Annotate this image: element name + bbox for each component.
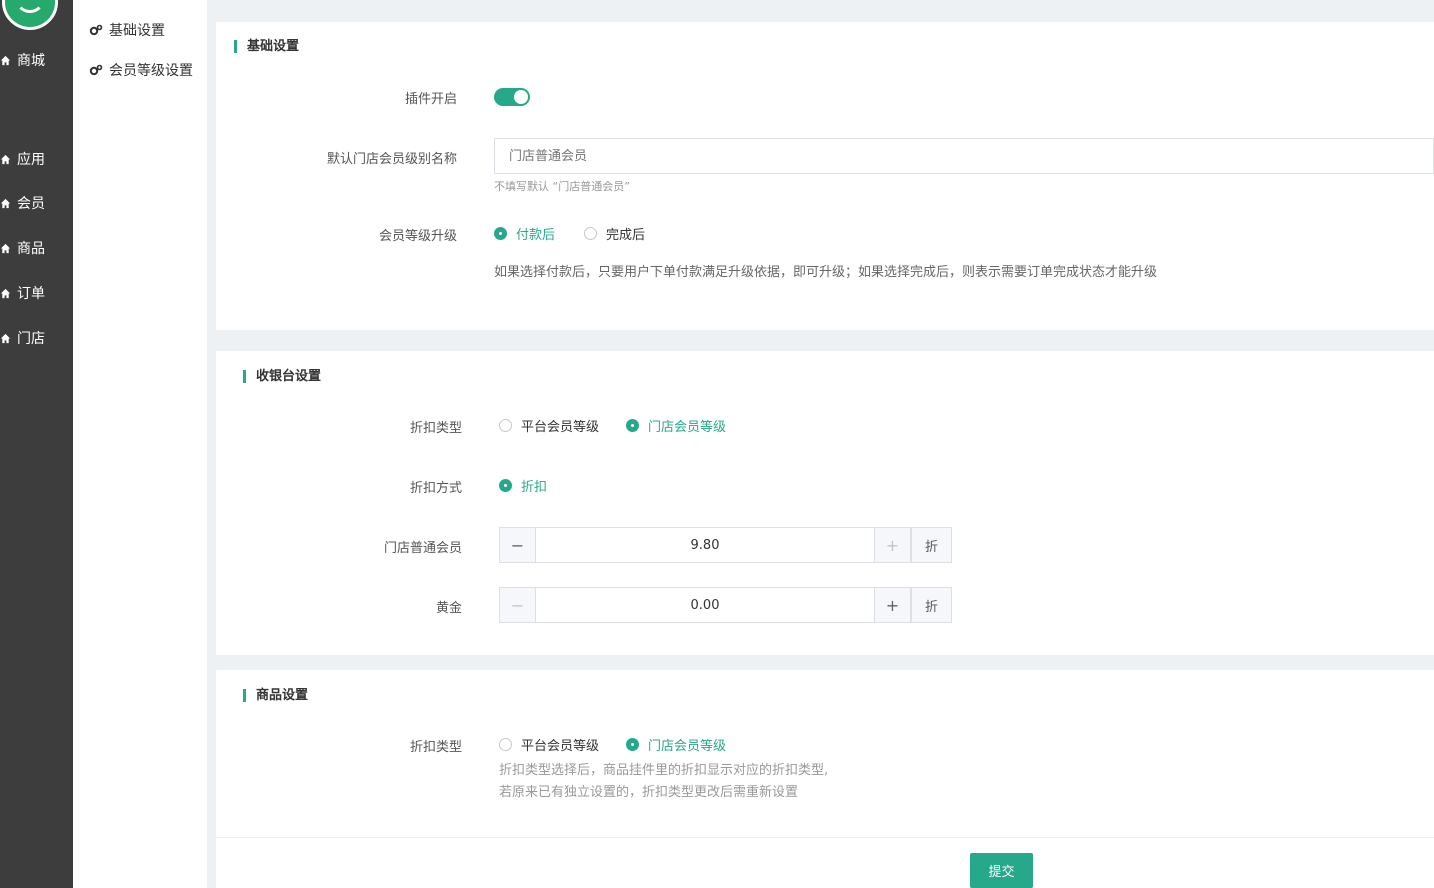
radio-label: 平台会员等级 [521, 419, 600, 435]
upgrade-description: 如果选择付款后，只要用户下单付款满足升级依据，即可升级；如果选择完成后，则表示需… [494, 265, 1158, 280]
sidebar-item-members[interactable]: 会员 [0, 193, 45, 213]
cogs-icon [89, 64, 103, 76]
subnav-item-level-settings[interactable]: 会员等级设置 [89, 60, 193, 80]
home-icon [0, 333, 11, 343]
footer-bar [216, 838, 1434, 888]
upgrade-after-complete-radio[interactable]: 完成后 [584, 224, 646, 243]
cashier-platform-level-radio[interactable]: 平台会员等级 [499, 416, 600, 435]
cashier-discount-radio[interactable]: 折扣 [499, 476, 548, 495]
plugin-enable-label: 插件开启 [404, 92, 457, 107]
subnav-item-label: 会员等级设置 [109, 63, 193, 79]
home-icon [0, 288, 11, 298]
goods-discount-type-label: 折扣类型 [409, 740, 462, 755]
sidebar-item-goods[interactable]: 商品 [0, 238, 45, 258]
sidebar-item-apps[interactable]: 应用 [0, 149, 45, 169]
level-discount-stepper: − 0.00 + [499, 587, 911, 623]
radio-label: 门店会员等级 [648, 738, 727, 754]
home-icon [0, 198, 11, 208]
home-icon [0, 154, 11, 164]
submit-button[interactable]: 提交 [970, 853, 1033, 888]
radio-label: 平台会员等级 [521, 738, 600, 754]
basic-settings-card [216, 22, 1434, 330]
level-name-label: 黄金 [435, 601, 462, 616]
plugin-enable-toggle[interactable] [494, 88, 530, 106]
level-discount-stepper: − 9.80 + [499, 527, 911, 563]
goods-platform-level-radio[interactable]: 平台会员等级 [499, 735, 600, 754]
sidebar-item-label: 门店 [17, 331, 45, 347]
discount-value-input[interactable]: 0.00 [536, 588, 874, 622]
logo [2, 0, 58, 30]
upgrade-label: 会员等级升级 [378, 229, 457, 244]
radio-label: 付款后 [516, 227, 556, 243]
subnav-item-basic-settings[interactable]: 基础设置 [89, 20, 165, 40]
default-name-label: 默认门店会员级别名称 [326, 152, 457, 167]
level-name-label: 门店普通会员 [383, 541, 462, 556]
sidebar-item-mall[interactable]: 商城 [0, 50, 45, 70]
decrement-button[interactable]: − [500, 528, 536, 562]
default-name-hint: 不填写默认 “门店普通会员” [494, 180, 630, 193]
sidebar-item-label: 会员 [17, 196, 45, 212]
sidebar-item-label: 商城 [17, 53, 45, 69]
upgrade-after-payment-radio[interactable]: 付款后 [494, 224, 556, 243]
cashier-discount-type-label: 折扣类型 [409, 421, 462, 436]
cashier-store-level-radio[interactable]: 门店会员等级 [626, 416, 727, 435]
discount-unit-suffix: 折 [911, 587, 952, 623]
subnav-item-label: 基础设置 [109, 23, 165, 39]
main-sidebar: 商城 应用 会员 商品 订单 门店 [0, 0, 73, 888]
increment-button[interactable]: + [874, 528, 910, 562]
radio-label: 折扣 [521, 479, 548, 495]
basic-settings-title: 基础设置 [234, 40, 299, 53]
discount-value-input[interactable]: 9.80 [536, 528, 874, 562]
sub-sidebar: 基础设置 会员等级设置 [73, 0, 207, 888]
description-line: 若原来已有独立设置的，折扣类型更改后需重新设置 [499, 785, 799, 800]
sidebar-item-orders[interactable]: 订单 [0, 283, 45, 303]
sidebar-item-label: 订单 [17, 286, 45, 302]
description-line: 折扣类型选择后，商品挂件里的折扣显示对应的折扣类型, [499, 763, 829, 778]
goods-discount-description: 折扣类型选择后，商品挂件里的折扣显示对应的折扣类型, 若原来已有独立设置的，折扣… [499, 760, 828, 804]
cashier-discount-method-label: 折扣方式 [409, 481, 462, 496]
sidebar-item-label: 应用 [17, 152, 45, 168]
cashier-settings-title: 收银台设置 [243, 370, 321, 383]
cogs-icon [89, 24, 103, 36]
sidebar-item-label: 商品 [17, 241, 45, 257]
discount-unit-suffix: 折 [911, 527, 952, 563]
home-icon [0, 243, 11, 253]
sidebar-item-stores[interactable]: 门店 [0, 328, 45, 348]
radio-label: 完成后 [606, 227, 646, 243]
increment-button[interactable]: + [874, 588, 910, 622]
goods-settings-title: 商品设置 [243, 689, 308, 702]
radio-label: 门店会员等级 [648, 419, 727, 435]
default-name-input[interactable] [494, 138, 1434, 174]
goods-store-level-radio[interactable]: 门店会员等级 [626, 735, 727, 754]
decrement-button[interactable]: − [500, 588, 536, 622]
home-icon [0, 55, 11, 65]
